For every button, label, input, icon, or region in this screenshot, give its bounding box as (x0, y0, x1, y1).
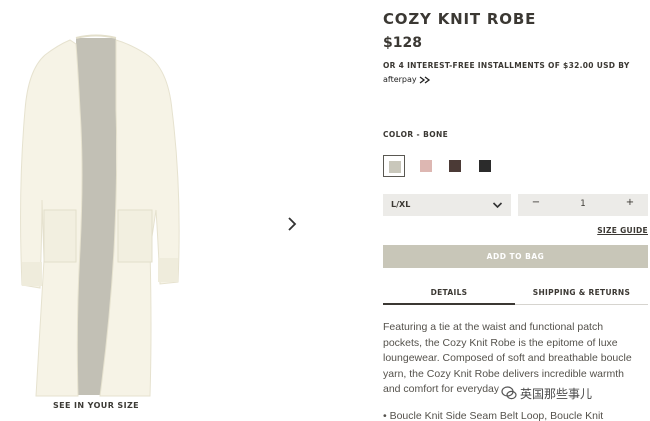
description-line: Featuring a tie at the waist and functio… (383, 321, 604, 333)
swatch-chip-bone (389, 161, 401, 173)
swatch-black[interactable] (474, 155, 496, 177)
quantity-increase-button[interactable]: + (621, 197, 639, 213)
size-select[interactable]: L/XL (383, 194, 511, 216)
description-line: pockets, the Cozy Knit Robe is the epito… (383, 336, 618, 349)
afterpay-logo[interactable]: afterpay (383, 75, 432, 84)
chevron-down-icon (492, 202, 503, 209)
description-line: yarn, the Cozy Knit Robe delivers incred… (383, 367, 625, 380)
afterpay-logo-text: afterpay (383, 75, 417, 84)
size-guide-link[interactable]: SIZE GUIDE (597, 226, 648, 235)
swatch-brown[interactable] (444, 155, 466, 177)
quantity-decrease-button[interactable]: − (527, 197, 545, 213)
add-to-bag-button[interactable]: ADD TO BAG (383, 245, 648, 268)
size-value: L/XL (391, 200, 411, 209)
swatch-pink[interactable] (415, 155, 437, 177)
product-image-area: SEE IN YOUR SIZE (0, 0, 310, 421)
see-in-your-size-link[interactable]: SEE IN YOUR SIZE (36, 401, 156, 410)
swatch-chip-black (479, 160, 491, 172)
product-image-robe (20, 34, 180, 397)
product-price: $128 (383, 35, 422, 51)
swatch-chip-brown (449, 160, 461, 172)
product-title: COZY KNIT ROBE (383, 10, 537, 28)
color-label: COLOR - BONE (383, 130, 449, 139)
tab-details[interactable]: DETAILS (383, 283, 515, 305)
feature-bullet: • Boucle Knit Side Seam Belt Loop, Boucl… (383, 410, 604, 421)
quantity-stepper: − 1 + (518, 194, 648, 216)
afterpay-arrows-icon (419, 75, 430, 84)
swatch-chip-pink (420, 160, 432, 172)
quantity-value: 1 (580, 199, 586, 209)
chevron-right-icon[interactable] (284, 214, 300, 234)
installments-text: OR 4 INTEREST-FREE INSTALLMENTS OF $32.0… (383, 61, 630, 70)
product-tabs: DETAILS SHIPPING & RETURNS (383, 283, 648, 305)
wechat-icon (501, 386, 517, 400)
watermark-text: 英国那些事儿 (520, 387, 593, 401)
watermark: 英国那些事儿 (498, 382, 622, 404)
tab-shipping-returns[interactable]: SHIPPING & RETURNS (515, 283, 648, 305)
swatch-bone[interactable] (383, 155, 405, 177)
description-line: loungewear. Composed of soft and breatha… (383, 352, 632, 364)
